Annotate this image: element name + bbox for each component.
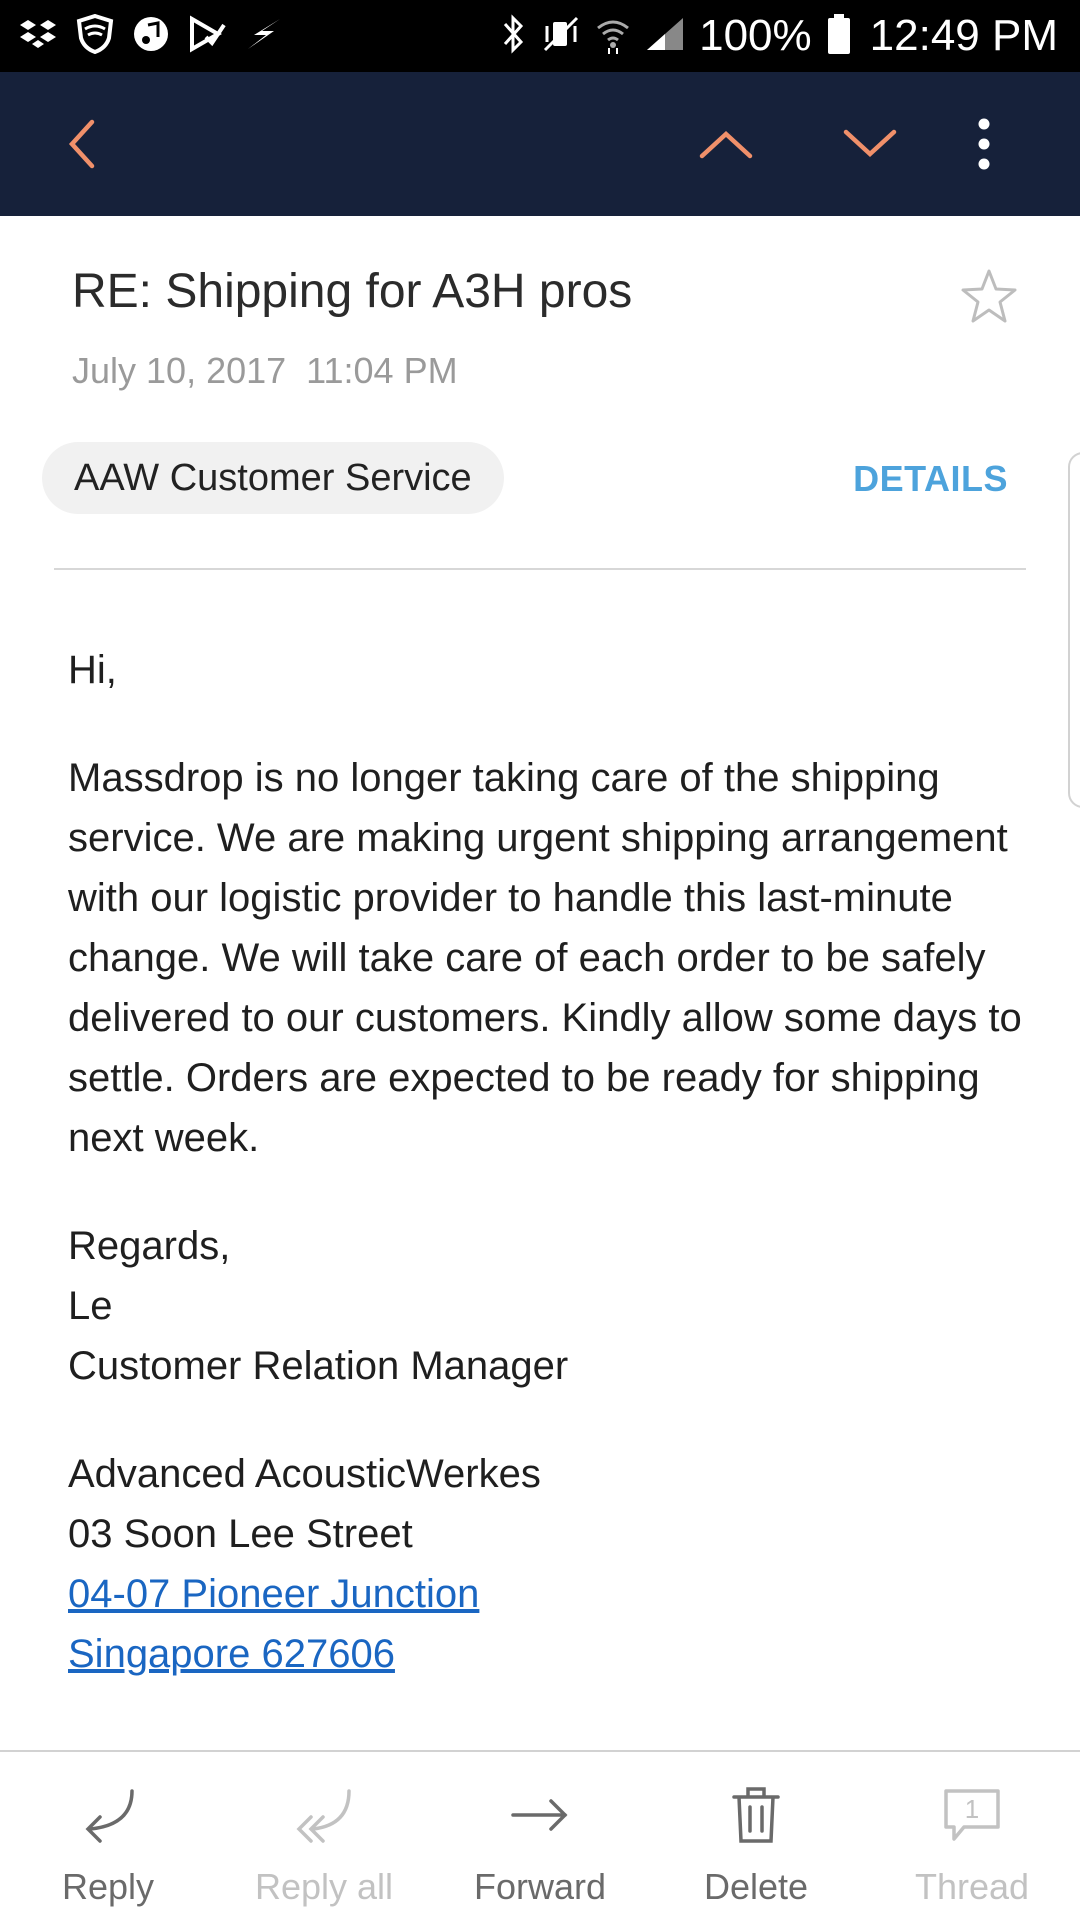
battery-percent: 100% — [699, 11, 812, 60]
address-block: Advanced AcousticWerkes 03 Soon Lee Stre… — [68, 1444, 1028, 1684]
signature-name: Le — [68, 1284, 113, 1328]
wifi-icon — [595, 14, 631, 59]
email-date: July 10, 2017 11:04 PM — [72, 350, 458, 392]
star-icon — [961, 269, 1017, 323]
battery-icon — [827, 14, 850, 54]
thread-button[interactable]: 1 Thread — [864, 1752, 1080, 1920]
thread-label: Thread — [914, 1866, 1030, 1907]
address-street: 03 Soon Lee Street — [68, 1512, 413, 1556]
clock: 12:49 PM — [869, 11, 1058, 60]
forward-button[interactable]: Forward — [432, 1752, 648, 1920]
email-date-day: July 10, 2017 — [72, 350, 287, 391]
status-bar: 100% 12:49 PM — [0, 0, 1080, 72]
previous-email-button[interactable] — [690, 108, 762, 180]
back-button[interactable] — [46, 108, 118, 180]
shield-icon — [76, 13, 114, 59]
delete-label: Delete — [703, 1866, 809, 1907]
reply-label: Reply — [61, 1866, 155, 1907]
signature-title: Customer Relation Manager — [68, 1344, 569, 1388]
trash-icon — [732, 1787, 780, 1843]
signature-regards: Regards, — [68, 1224, 231, 1268]
email-body: Hi, Massdrop is no longer taking care of… — [68, 640, 1028, 1732]
thread-count: 1 — [964, 1794, 980, 1824]
star-button[interactable] — [958, 266, 1020, 328]
bluetooth-icon — [501, 13, 527, 59]
signal-icon — [645, 16, 685, 57]
app-bar — [0, 72, 1080, 216]
next-email-button[interactable] — [834, 108, 906, 180]
address-city-link[interactable]: Singapore 627606 — [68, 1624, 1028, 1684]
header-divider — [54, 568, 1026, 570]
forward-label: Forward — [473, 1866, 607, 1907]
chevron-left-icon — [68, 119, 95, 169]
greeting: Hi, — [68, 648, 117, 692]
bottom-toolbar: Reply Reply all Forward Delete 1 Thread — [0, 1750, 1080, 1920]
vibrate-mute-icon — [541, 14, 581, 59]
sender-name: AAW Customer Service — [74, 456, 472, 499]
body-paragraph: Massdrop is no longer taking care of the… — [68, 756, 1022, 1160]
delete-button[interactable]: Delete — [648, 1752, 864, 1920]
chevron-up-icon — [699, 130, 753, 159]
signature: Regards, Le Customer Relation Manager — [68, 1216, 1028, 1396]
reply-button[interactable]: Reply — [0, 1752, 216, 1920]
email-screen: 100% 12:49 PM RE: Shipping for A3H pros … — [0, 0, 1080, 1920]
email-subject: RE: Shipping for A3H pros — [72, 265, 633, 318]
dropbox-icon — [18, 18, 58, 55]
forward-icon — [511, 1799, 568, 1831]
address-company: Advanced AcousticWerkes — [68, 1452, 541, 1496]
sender-chip[interactable]: AAW Customer Service — [42, 442, 504, 514]
reply-all-label: Reply all — [254, 1866, 394, 1907]
play-check-icon — [188, 15, 226, 58]
reply-all-icon — [296, 1789, 351, 1843]
reply-all-button[interactable]: Reply all — [216, 1752, 432, 1920]
details-button[interactable]: DETAILS — [853, 458, 1008, 500]
scroll-handle[interactable] — [1068, 452, 1080, 808]
status-system: 100% 12:49 PM — [501, 10, 1058, 62]
email-date-time: 11:04 PM — [306, 350, 458, 391]
more-vert-icon — [978, 118, 990, 170]
address-unit-link[interactable]: 04-07 Pioneer Junction — [68, 1564, 1028, 1624]
more-options-button[interactable] — [948, 108, 1020, 180]
chevron-down-icon — [843, 129, 897, 158]
reply-icon — [85, 1789, 134, 1843]
music-note-icon — [132, 15, 170, 58]
status-notifications — [18, 13, 284, 59]
flash-icon — [244, 17, 284, 56]
